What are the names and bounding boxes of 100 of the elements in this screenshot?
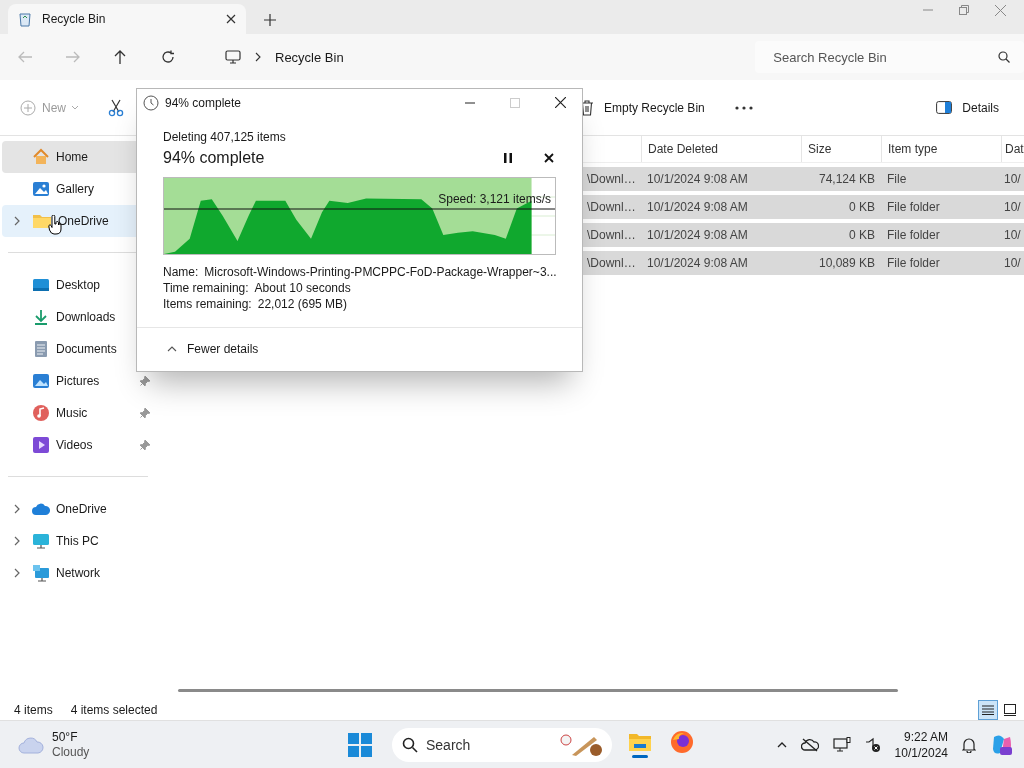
search-field[interactable]: Search Recycle Bin bbox=[755, 41, 1024, 73]
empty-recycle-bin-button[interactable]: Empty Recycle Bin bbox=[580, 99, 705, 116]
chevron-right-icon[interactable] bbox=[255, 52, 261, 62]
close-icon[interactable] bbox=[226, 14, 236, 24]
table-cell-text: \Downl… bbox=[586, 228, 637, 242]
video-icon bbox=[32, 436, 50, 454]
selection-count: 4 items selected bbox=[70, 703, 158, 717]
column-header[interactable]: Date Deleted bbox=[641, 136, 801, 162]
sidebar-item[interactable]: Videos bbox=[2, 429, 156, 461]
restore-icon[interactable] bbox=[959, 5, 969, 15]
chevron-right-icon[interactable] bbox=[13, 504, 21, 514]
clock-icon bbox=[143, 94, 159, 111]
document-icon bbox=[32, 340, 50, 358]
sidebar-item[interactable]: Desktop bbox=[2, 269, 156, 301]
refresh-icon[interactable] bbox=[161, 50, 176, 64]
table-cell-text: 10/ bbox=[1003, 228, 1022, 242]
chevron-right-icon[interactable] bbox=[13, 536, 21, 546]
sidebar-item[interactable]: Gallery bbox=[2, 173, 156, 205]
table-cell-text: 10/1/2024 9:08 AM bbox=[646, 228, 749, 242]
chevron-right-icon[interactable] bbox=[13, 216, 21, 226]
cloud-icon bbox=[32, 502, 50, 516]
table-cell-text: \Downl… bbox=[586, 200, 637, 214]
minimize-icon[interactable] bbox=[465, 101, 475, 104]
temperature: 50°F bbox=[52, 729, 79, 745]
folder-icon bbox=[628, 731, 652, 752]
column-header[interactable]: Size bbox=[801, 136, 881, 162]
chevron-up-icon[interactable] bbox=[776, 741, 787, 748]
table-cell-text: File bbox=[886, 172, 908, 186]
trash-icon bbox=[580, 99, 594, 116]
copilot-icon[interactable] bbox=[990, 732, 1014, 757]
scrollbar[interactable] bbox=[178, 689, 898, 692]
table-cell-text: \Downl… bbox=[586, 256, 637, 270]
taskbar-search-field[interactable]: Search bbox=[392, 727, 612, 762]
cloud-off-icon[interactable] bbox=[800, 737, 819, 752]
display-icon[interactable] bbox=[832, 736, 851, 753]
sidebar-item[interactable]: This PC bbox=[2, 525, 156, 557]
pin-icon bbox=[140, 376, 150, 386]
table-cell-text: 10/ bbox=[1003, 172, 1022, 186]
table-cell-text: 0 KB bbox=[848, 200, 876, 214]
clock-date[interactable]: 10/1/2024 bbox=[894, 744, 948, 761]
search-icon bbox=[402, 736, 418, 753]
folder-icon bbox=[32, 212, 52, 230]
sidebar-item[interactable]: Pictures bbox=[2, 365, 156, 397]
up-arrow-icon[interactable] bbox=[113, 50, 126, 64]
progress-summary: Deleting 407,125 items bbox=[163, 130, 287, 144]
window-title: 94% complete bbox=[165, 95, 243, 110]
table-cell-text: 0 KB bbox=[848, 228, 876, 242]
music-icon bbox=[32, 404, 50, 422]
speed-label: Speed: 3,121 items/s bbox=[438, 192, 551, 206]
clock-time[interactable]: 9:22 AM bbox=[903, 728, 948, 745]
sidebar-item[interactable]: OneDrive bbox=[2, 493, 156, 525]
desktop-icon bbox=[32, 276, 50, 294]
start-icon[interactable] bbox=[348, 732, 372, 757]
table-cell-text: 10,089 KB bbox=[817, 256, 876, 270]
home-icon bbox=[32, 148, 50, 166]
table-cell-text: File folder bbox=[886, 228, 941, 242]
gallery-icon bbox=[32, 180, 50, 198]
detail-value: About 10 seconds bbox=[254, 281, 351, 296]
chevron-up-icon bbox=[167, 346, 177, 352]
pin-icon bbox=[140, 440, 150, 450]
progress-heading: 94% complete bbox=[163, 149, 266, 167]
search-icon bbox=[998, 51, 1010, 63]
tab-title: Recycle Bin bbox=[42, 12, 107, 26]
column-header[interactable]: Dat bbox=[1001, 136, 1024, 162]
table-cell-text: File folder bbox=[886, 200, 941, 214]
chevron-right-icon[interactable] bbox=[13, 568, 21, 578]
weather-condition: Cloudy bbox=[52, 744, 90, 760]
pictures-icon bbox=[32, 372, 50, 390]
window-icon bbox=[1004, 704, 1016, 716]
detail-value: 22,012 (695 MB) bbox=[257, 297, 348, 312]
detail-label: Time remaining: bbox=[163, 281, 249, 296]
table-cell-text: 10/ bbox=[1003, 200, 1022, 214]
maximize-icon bbox=[510, 97, 520, 108]
plus-circle-icon bbox=[20, 99, 36, 116]
monitor-icon[interactable] bbox=[225, 50, 241, 64]
table-cell-text: File folder bbox=[886, 256, 941, 270]
sidebar-item[interactable]: Music bbox=[2, 397, 156, 429]
close-icon[interactable] bbox=[544, 153, 554, 163]
new-tab-icon[interactable] bbox=[264, 14, 276, 26]
recycle-bin-icon bbox=[18, 11, 32, 27]
browser-tab[interactable]: Recycle Bin bbox=[8, 4, 246, 34]
details-button[interactable]: Details bbox=[936, 100, 999, 115]
table-cell-text: 10/1/2024 9:08 AM bbox=[646, 200, 749, 214]
baseball-drawing bbox=[560, 732, 604, 757]
bell-icon[interactable] bbox=[962, 736, 976, 753]
table-cell-text: 74,124 KB bbox=[817, 172, 876, 186]
pause-icon[interactable] bbox=[504, 153, 512, 163]
breadcrumb[interactable]: Recycle Bin bbox=[275, 49, 344, 65]
more-options-icon[interactable] bbox=[734, 105, 753, 110]
download-icon bbox=[32, 308, 50, 326]
details-view-button[interactable] bbox=[978, 700, 998, 720]
table-cell-text: \Downl… bbox=[586, 172, 637, 186]
column-header[interactable]: Item type bbox=[881, 136, 1001, 162]
item-count: 4 items bbox=[14, 703, 53, 717]
table-cell-text: 10/ bbox=[1003, 256, 1022, 270]
scissors-icon[interactable] bbox=[108, 98, 124, 117]
sidebar-item[interactable]: Network bbox=[2, 557, 156, 589]
details-pane-icon bbox=[936, 101, 953, 114]
close-icon[interactable] bbox=[555, 97, 566, 108]
list-icon bbox=[982, 705, 994, 715]
